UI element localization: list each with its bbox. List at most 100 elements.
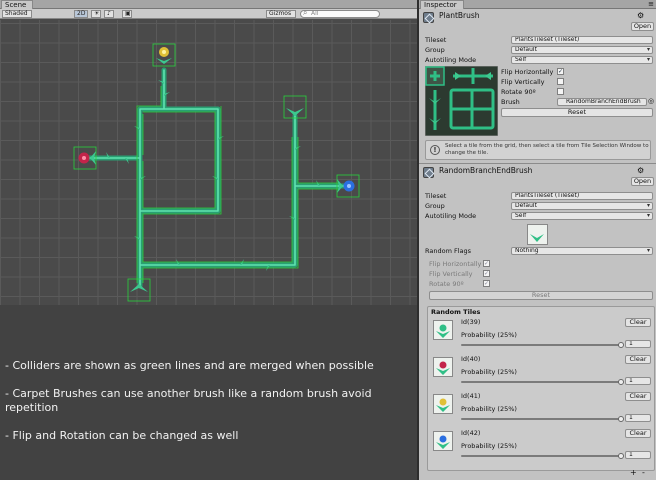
- plant-brush-open-button[interactable]: Open: [631, 22, 654, 31]
- random-tile-probability: Probability (25%): [461, 442, 517, 450]
- inspector-tab-bar: Inspector ≡: [419, 0, 656, 9]
- scene-tab-label: Scene: [5, 1, 27, 9]
- random-tile-thumbnail[interactable]: [433, 320, 453, 340]
- flower-blue-icon[interactable]: [337, 179, 355, 193]
- flower-yellow-icon[interactable]: [156, 47, 172, 64]
- random-brush-flip-h-label: Flip Horizontally: [429, 260, 482, 268]
- list-remove-button[interactable]: -: [642, 469, 645, 477]
- random-tile-slider-track[interactable]: [461, 344, 621, 346]
- random-brush-open-button[interactable]: Open: [631, 177, 654, 186]
- random-tile-probability: Probability (25%): [461, 331, 517, 339]
- plant-brush-title: PlantBrush: [439, 11, 480, 20]
- bud-bottom-icon[interactable]: [130, 284, 148, 292]
- tilemap-canvas[interactable]: [0, 20, 417, 305]
- random-tiles-label: Random Tiles: [431, 308, 481, 316]
- random-tile-thumbnail[interactable]: [433, 431, 453, 451]
- random-brush-tileset-label: Tileset: [425, 192, 447, 200]
- random-brush-rotate-checkbox[interactable]: ✓: [483, 280, 490, 287]
- plant-brush-flip-v-label: Flip Vertically: [501, 78, 545, 86]
- inspector-panel: Inspector ≡ PlantBrush ⚙ Open Tileset Pl…: [417, 0, 656, 480]
- random-flags-dropdown[interactable]: Nothing: [511, 247, 653, 255]
- random-tile-weight-field[interactable]: 1: [625, 377, 651, 385]
- random-brush-group-dropdown[interactable]: Default: [511, 202, 653, 210]
- random-tile-slider-track[interactable]: [461, 455, 621, 457]
- random-brush-rotate-label: Rotate 90º: [429, 280, 464, 288]
- random-tile-slider-track[interactable]: [461, 381, 621, 383]
- plant-brush-tileset-field[interactable]: PlantsTileset (Tileset): [511, 36, 653, 44]
- plant-brush-group-label: Group: [425, 46, 445, 54]
- scene-search-input[interactable]: All: [300, 10, 380, 18]
- scene-tab-bar: Scene: [0, 0, 417, 9]
- random-tile-clear-button[interactable]: Clear: [625, 355, 651, 364]
- plant-brush-flip-h-checkbox[interactable]: ✓: [557, 68, 564, 75]
- plant-brush-autotiling-dropdown[interactable]: Self: [511, 56, 653, 64]
- random-tile-weight-value: 1: [629, 377, 633, 384]
- random-tile-slider-knob[interactable]: [618, 416, 624, 422]
- random-tile-slider-knob[interactable]: [618, 379, 624, 385]
- plant-brush-tileset-value: PlantsTileset (Tileset): [515, 36, 580, 43]
- random-brush-group-value: Default: [515, 202, 537, 209]
- flower-red-icon[interactable]: [78, 151, 97, 165]
- plant-brush-group-value: Default: [515, 46, 537, 53]
- bud-top-right-icon[interactable]: [286, 108, 304, 116]
- scene-notes: - Colliders are shown as green lines and…: [0, 305, 417, 480]
- list-add-button[interactable]: +: [630, 469, 637, 477]
- plant-brush-group-dropdown[interactable]: Default: [511, 46, 653, 54]
- random-tile-slider-knob[interactable]: [618, 342, 624, 348]
- random-tile-flower-icon: [439, 361, 447, 369]
- random-brush-autotiling-dropdown[interactable]: Self: [511, 212, 653, 220]
- plant-brush-flip-v-checkbox[interactable]: [557, 78, 564, 85]
- inspector-menu-icon[interactable]: ≡: [648, 0, 654, 8]
- random-brush-autotiling-value: Self: [515, 212, 527, 219]
- object-picker-icon[interactable]: ◎: [648, 97, 654, 105]
- plant-brush-brush-field[interactable]: RandomBranchEndBrush: [557, 98, 647, 106]
- component-settings-icon[interactable]: ⚙: [637, 11, 644, 20]
- component-separator: [419, 163, 656, 164]
- effects-toggle-icon[interactable]: ▣: [122, 10, 132, 18]
- random-tile-weight-field[interactable]: 1: [625, 340, 651, 348]
- plant-brush-tileset-label: Tileset: [425, 36, 447, 44]
- random-brush-reset-button[interactable]: Reset: [429, 291, 653, 300]
- random-tile-thumbnail[interactable]: [433, 357, 453, 377]
- audio-toggle-icon[interactable]: ♪: [104, 10, 114, 18]
- plant-brush-reset-button[interactable]: Reset: [501, 108, 653, 117]
- plant-brush-rotate-label: Rotate 90º: [501, 88, 536, 96]
- random-tile-clear-button[interactable]: Clear: [625, 429, 651, 438]
- random-tile-weight-field[interactable]: 1: [625, 414, 651, 422]
- scene-tab[interactable]: Scene: [1, 0, 34, 9]
- random-tile-weight-value: 1: [629, 414, 633, 421]
- random-brush-flip-v-checkbox[interactable]: ✓: [483, 270, 490, 277]
- plant-brush-autotiling-value: Self: [515, 56, 527, 63]
- plant-brush-help-box: ! Select a tile from the grid, then sele…: [425, 140, 651, 160]
- random-brush-open-label: Open: [633, 177, 652, 185]
- plant-brush-help-text: Select a tile from the grid, then select…: [445, 143, 649, 156]
- scene-view[interactable]: Scene Shaded 2D ☀ ♪ ▣ Gizmos All: [0, 0, 417, 480]
- gizmos-dropdown[interactable]: Gizmos: [266, 10, 296, 18]
- random-tile-slider-track[interactable]: [461, 418, 621, 420]
- list-add-remove: + -: [628, 469, 652, 478]
- random-tile-clear-label: Clear: [629, 355, 647, 363]
- random-tile-clear-label: Clear: [629, 392, 647, 400]
- scene-search-placeholder: All: [311, 10, 319, 17]
- random-brush-tileset-field[interactable]: PlantsTileset (Tileset): [511, 192, 653, 200]
- lighting-toggle-icon[interactable]: ☀: [91, 10, 101, 18]
- shading-mode-dropdown[interactable]: Shaded: [2, 10, 32, 18]
- random-tile-clear-button[interactable]: Clear: [625, 318, 651, 327]
- random-brush-tileset-value: PlantsTileset (Tileset): [515, 192, 580, 199]
- random-brush-flip-v-label: Flip Vertically: [429, 270, 473, 278]
- scene-toolbar: Shaded 2D ☀ ♪ ▣ Gizmos All: [0, 9, 417, 19]
- plant-brush-rotate-checkbox[interactable]: [557, 88, 564, 95]
- plant-brush-component-icon: [423, 12, 434, 23]
- random-tile-weight-field[interactable]: 1: [625, 451, 651, 459]
- 2d-toggle-button[interactable]: 2D: [74, 10, 88, 18]
- random-tile-thumbnail[interactable]: [433, 394, 453, 414]
- gizmos-label: Gizmos: [269, 10, 292, 17]
- random-tile-clear-button[interactable]: Clear: [625, 392, 651, 401]
- random-brush-flip-h-checkbox[interactable]: ✓: [483, 260, 490, 267]
- brush-tile-preview[interactable]: [425, 66, 498, 136]
- plant-brush-autotiling-label: Autotiling Mode: [425, 56, 477, 64]
- random-tile-slider-knob[interactable]: [618, 453, 624, 459]
- random-brush-settings-icon[interactable]: ⚙: [637, 166, 644, 175]
- inspector-tab[interactable]: Inspector: [420, 0, 464, 9]
- random-tile-clear-label: Clear: [629, 318, 647, 326]
